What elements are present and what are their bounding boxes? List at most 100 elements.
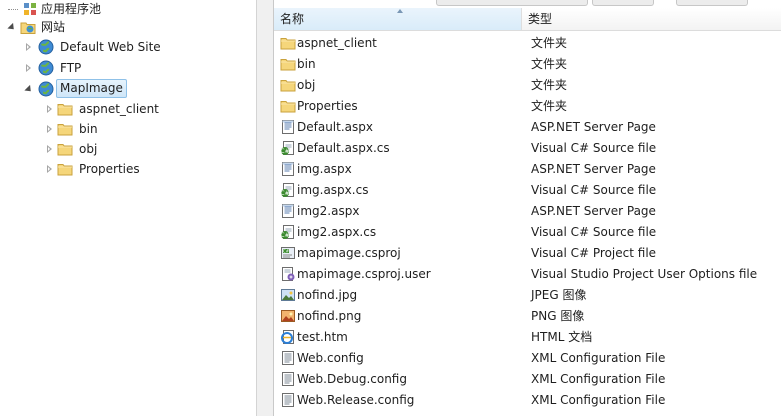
app-pool-icon: [22, 1, 38, 17]
file-name: Default.aspx: [297, 120, 373, 134]
expand-arrow-icon[interactable]: [24, 38, 33, 56]
html-document-icon: [280, 329, 296, 345]
site-tree-panel[interactable]: 应用程序池 网站 Default Web Site FTP MapImage a…: [0, 0, 257, 416]
file-row[interactable]: test.htm HTML 文档: [274, 327, 781, 348]
sites-folder-icon: [20, 19, 36, 35]
tree-item-mapimage[interactable]: MapImage: [0, 79, 250, 98]
sort-ascending-icon: [397, 9, 403, 13]
tree-item-properties[interactable]: Properties: [0, 160, 250, 178]
expand-arrow-icon[interactable]: [45, 100, 54, 118]
tree-item-app-pools[interactable]: 应用程序池: [0, 0, 250, 18]
tree-item-label: MapImage: [56, 79, 127, 98]
png-image-icon: [280, 308, 296, 324]
globe-icon: [38, 60, 54, 76]
file-row[interactable]: Web.Debug.config XML Configuration File: [274, 369, 781, 390]
file-type: HTML 文档: [531, 330, 593, 344]
file-name: Web.Release.config: [297, 393, 415, 407]
tree-item-label: Properties: [79, 162, 140, 176]
tree-item-label: 网站: [41, 20, 66, 34]
file-type: 文件夹: [531, 57, 568, 71]
file-name: Properties: [297, 99, 358, 113]
tree-item-obj[interactable]: obj: [0, 140, 250, 158]
file-row[interactable]: img.aspx ASP.NET Server Page: [274, 159, 781, 180]
file-row[interactable]: Default.aspx ASP.NET Server Page: [274, 117, 781, 138]
file-name: bin: [297, 57, 316, 71]
folder-icon: [280, 98, 296, 114]
column-type-label: 类型: [528, 12, 553, 26]
svg-text:C#: C#: [280, 232, 289, 239]
file-row[interactable]: nofind.jpg JPEG 图像: [274, 285, 781, 306]
file-name: mapimage.csproj: [297, 246, 401, 260]
file-row[interactable]: Web.Release.config XML Configuration File: [274, 390, 781, 411]
file-name: test.htm: [297, 330, 348, 344]
content-view[interactable]: 名称 类型 aspnet_client 文件夹 bin 文件夹 obj 文件夹 Proper…: [274, 0, 781, 416]
file-name: Default.aspx.cs: [297, 141, 390, 155]
file-row[interactable]: nofind.png PNG 图像: [274, 306, 781, 327]
csharp-file-icon: C#: [280, 224, 296, 240]
file-type: Visual C# Source file: [531, 141, 657, 155]
collapse-arrow-icon[interactable]: [7, 18, 16, 36]
column-header-name[interactable]: 名称: [274, 8, 522, 30]
tab-fragment[interactable]: [436, 0, 588, 6]
folder-icon: [280, 56, 296, 72]
file-name: obj: [297, 78, 316, 92]
file-type: PNG 图像: [531, 309, 585, 323]
csharp-file-icon: C#: [280, 182, 296, 198]
file-row[interactable]: img2.aspx ASP.NET Server Page: [274, 201, 781, 222]
file-row[interactable]: Web.config XML Configuration File: [274, 348, 781, 369]
aspx-page-icon: [280, 203, 296, 219]
collapse-arrow-icon[interactable]: [24, 80, 33, 98]
file-row[interactable]: C# img2.aspx.cs Visual C# Source file: [274, 222, 781, 243]
file-row[interactable]: Properties 文件夹: [274, 96, 781, 117]
file-type: XML Configuration File: [531, 372, 666, 386]
file-row[interactable]: aspnet_client 文件夹: [274, 33, 781, 54]
file-row[interactable]: bin 文件夹: [274, 54, 781, 75]
file-row[interactable]: C# Default.aspx.cs Visual C# Source file: [274, 138, 781, 159]
tree-item-ftp[interactable]: FTP: [0, 59, 250, 77]
file-type: ASP.NET Server Page: [531, 204, 656, 218]
file-type: Visual Studio Project User Options file: [531, 267, 758, 281]
folder-icon: [280, 77, 296, 93]
expand-arrow-icon[interactable]: [45, 120, 54, 138]
file-row[interactable]: C# mapimage.csproj Visual C# Project file: [274, 243, 781, 264]
tree-item-aspnet-client[interactable]: aspnet_client: [0, 100, 250, 118]
file-type: Visual C# Source file: [531, 183, 657, 197]
csharp-file-icon: C#: [280, 140, 296, 156]
file-row[interactable]: obj 文件夹: [274, 75, 781, 96]
csproj-user-icon: [280, 266, 296, 282]
file-name: aspnet_client: [297, 36, 377, 50]
globe-icon: [38, 39, 54, 55]
config-file-icon: [280, 392, 296, 408]
tree-connector: [8, 9, 18, 10]
globe-icon: [38, 81, 54, 97]
file-row[interactable]: C# img.aspx.cs Visual C# Source file: [274, 180, 781, 201]
file-name: Web.Debug.config: [297, 372, 407, 386]
file-name: Web.config: [297, 351, 364, 365]
tab-fragment[interactable]: [676, 0, 748, 6]
tree-item-label: obj: [79, 142, 98, 156]
tree-item-bin[interactable]: bin: [0, 120, 250, 138]
tab-fragment[interactable]: [592, 0, 654, 6]
tree-item-label: 应用程序池: [41, 2, 102, 16]
file-name: nofind.png: [297, 309, 362, 323]
folder-icon: [57, 141, 73, 157]
expand-arrow-icon[interactable]: [45, 140, 54, 158]
expand-arrow-icon[interactable]: [24, 59, 33, 77]
file-row[interactable]: mapimage.csproj.user Visual Studio Projec…: [274, 264, 781, 285]
svg-text:C#: C#: [283, 249, 290, 254]
file-type: XML Configuration File: [531, 351, 666, 365]
pane-splitter[interactable]: [257, 0, 274, 416]
file-name: mapimage.csproj.user: [297, 267, 431, 281]
file-type: ASP.NET Server Page: [531, 120, 656, 134]
column-header: 名称 类型: [274, 8, 781, 31]
tree-item-sites[interactable]: 网站: [0, 18, 250, 36]
file-type: 文件夹: [531, 36, 568, 50]
csproj-icon: C#: [280, 245, 296, 261]
svg-text:C#: C#: [280, 148, 289, 155]
tree-item-label: aspnet_client: [79, 102, 159, 116]
folder-icon: [57, 121, 73, 137]
column-header-type[interactable]: 类型: [523, 8, 781, 30]
tree-item-default-web-site[interactable]: Default Web Site: [0, 38, 250, 56]
file-type: XML Configuration File: [531, 393, 666, 407]
expand-arrow-icon[interactable]: [45, 160, 54, 178]
